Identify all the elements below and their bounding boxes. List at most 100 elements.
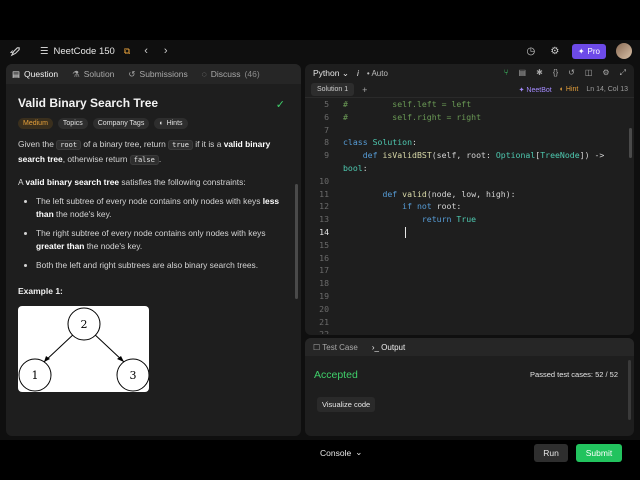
text: of a binary tree, return	[81, 139, 169, 149]
line-number: 8	[324, 137, 329, 148]
inline-code: true	[168, 140, 193, 150]
code-icon[interactable]: ◫	[585, 68, 593, 78]
code-line: 5 # self.left = left	[305, 98, 634, 111]
problem-list-selector[interactable]: ☰ NeetCode 150 ⧉	[40, 46, 130, 57]
line-number: 5	[324, 99, 329, 109]
text: The right subtree of every node contains…	[36, 228, 266, 238]
question-icon: ▤	[12, 68, 21, 79]
avatar[interactable]	[616, 43, 632, 59]
result-status: Accepted	[314, 369, 358, 381]
app-window: ☰ NeetCode 150 ⧉ ‹ › ◷ ⚙ ✦ Pro ▤ Questio…	[0, 40, 640, 462]
tab-question[interactable]: ▤ Question	[12, 64, 58, 84]
code-line: 8 class Solution:	[305, 136, 634, 149]
topics-tag[interactable]: Topics	[57, 118, 88, 129]
settings-icon[interactable]: ⚙	[548, 44, 562, 58]
tab-label: Solution	[83, 69, 115, 79]
timer-icon[interactable]: ◷	[524, 44, 538, 58]
branch-icon[interactable]: ⑂	[504, 68, 509, 78]
solved-check-icon: ✓	[275, 99, 285, 111]
top-bar: ☰ NeetCode 150 ⧉ ‹ › ◷ ⚙ ✦ Pro	[0, 40, 640, 62]
hint-button[interactable]: ◐ Hint	[560, 86, 579, 93]
neetbot-button[interactable]: ✦ NeetBot	[519, 86, 552, 94]
add-solution-button[interactable]: +	[362, 85, 367, 95]
code-line: 11 def valid(node, low, high):	[305, 188, 634, 201]
line-number: 18	[319, 278, 329, 289]
code-area[interactable]: 5 # self.left = left 6 # self.right = right…	[305, 98, 634, 334]
hints-tag[interactable]: ◐ Hints	[154, 118, 188, 129]
code-lines: 5 # self.left = left 6 # self.right = right…	[305, 98, 634, 334]
console-label: Console	[320, 447, 352, 458]
output-scrollbar[interactable]	[628, 360, 631, 420]
code-line: 14	[305, 226, 634, 239]
line-number: 6	[324, 111, 329, 122]
line-number: 11	[319, 188, 329, 199]
passed-count: Passed test cases: 52 / 52	[530, 370, 618, 379]
format-icon[interactable]: {}	[553, 68, 558, 78]
tab-label: Test Case	[322, 342, 358, 352]
solution-tab[interactable]: Solution 1	[311, 83, 355, 96]
editor-scrollbar[interactable]	[629, 128, 632, 158]
submit-button[interactable]: Submit	[576, 444, 622, 462]
line-number: 13	[319, 214, 329, 225]
cursor-position: Ln 14, Col 13	[586, 86, 628, 93]
auto-label: Auto	[371, 68, 388, 78]
list-item: The right subtree of every node contains…	[36, 227, 289, 253]
tab-submissions[interactable]: ↺ Submissions	[128, 64, 187, 84]
rocket-icon[interactable]	[8, 44, 22, 58]
tab-solution[interactable]: ⚗ Solution	[72, 64, 114, 84]
sparkle-icon: ✦	[577, 46, 585, 56]
line-number: 12	[319, 201, 329, 212]
tab-discuss[interactable]: ◌ Discuss (46)	[202, 64, 260, 84]
visualize-code-button[interactable]: Visualize code	[317, 397, 376, 412]
code-text: class Solution:	[343, 137, 417, 148]
debug-icon[interactable]: ✱	[536, 68, 543, 78]
next-problem-icon[interactable]: ›	[164, 45, 168, 57]
tab-output[interactable]: ›_ Output	[372, 343, 405, 352]
discuss-count: (46)	[244, 69, 260, 79]
console-toggle[interactable]: Console ⌄	[320, 447, 362, 458]
info-icon[interactable]: i	[357, 68, 359, 78]
line-number: 10	[319, 175, 329, 186]
code-line: bool:	[305, 162, 634, 175]
text: Given the	[18, 139, 57, 149]
text: the node's key.	[53, 209, 112, 219]
language-select[interactable]: Python ⌄	[313, 68, 349, 79]
tab-label: Question	[24, 69, 59, 79]
code-line: 13 return True	[305, 213, 634, 226]
editor-toolbar: Python ⌄ i • Auto ⑂ ▤ ✱ {} ↺ ◫ ⚙ ⤢	[305, 64, 634, 82]
company-tags[interactable]: Company Tags	[92, 118, 150, 129]
reset-icon[interactable]: ↺	[568, 68, 575, 78]
text: if it is a	[192, 139, 224, 149]
notes-icon[interactable]: ▤	[519, 68, 527, 78]
tab-test-case[interactable]: ☐ Test Case	[313, 343, 358, 352]
question-scrollbar[interactable]	[295, 184, 298, 299]
editor-icons: ⑂ ▤ ✱ {} ↺ ◫ ⚙ ⤢	[504, 68, 626, 78]
line-number: 17	[319, 265, 329, 276]
chevron-down-icon: ⌄	[355, 447, 363, 457]
code-line: 7	[305, 124, 634, 137]
constraint-list: The left subtree of every node contains …	[18, 195, 289, 272]
prev-problem-icon[interactable]: ‹	[144, 45, 148, 57]
line-number	[305, 162, 331, 175]
code-line: 22	[305, 328, 634, 334]
pro-button[interactable]: ✦ Pro	[571, 43, 606, 59]
code-line: 10	[305, 175, 634, 188]
code-line: 6 # self.right = right	[305, 111, 634, 124]
example-title: Example 1:	[18, 286, 63, 296]
list-item: Both the left and right subtrees are als…	[36, 259, 289, 272]
autosave-indicator[interactable]: • Auto	[367, 69, 388, 78]
hint-label: Hint	[565, 86, 579, 93]
code-line: 15	[305, 239, 634, 252]
settings-icon[interactable]: ⚙	[602, 68, 609, 78]
fullscreen-icon[interactable]: ⤢	[620, 68, 626, 78]
external-link-icon[interactable]: ⧉	[124, 46, 130, 57]
run-button[interactable]: Run	[534, 444, 568, 462]
topbar-right: ◷ ⚙ ✦ Pro	[524, 43, 632, 59]
code-text: # self.left = left	[343, 99, 472, 109]
